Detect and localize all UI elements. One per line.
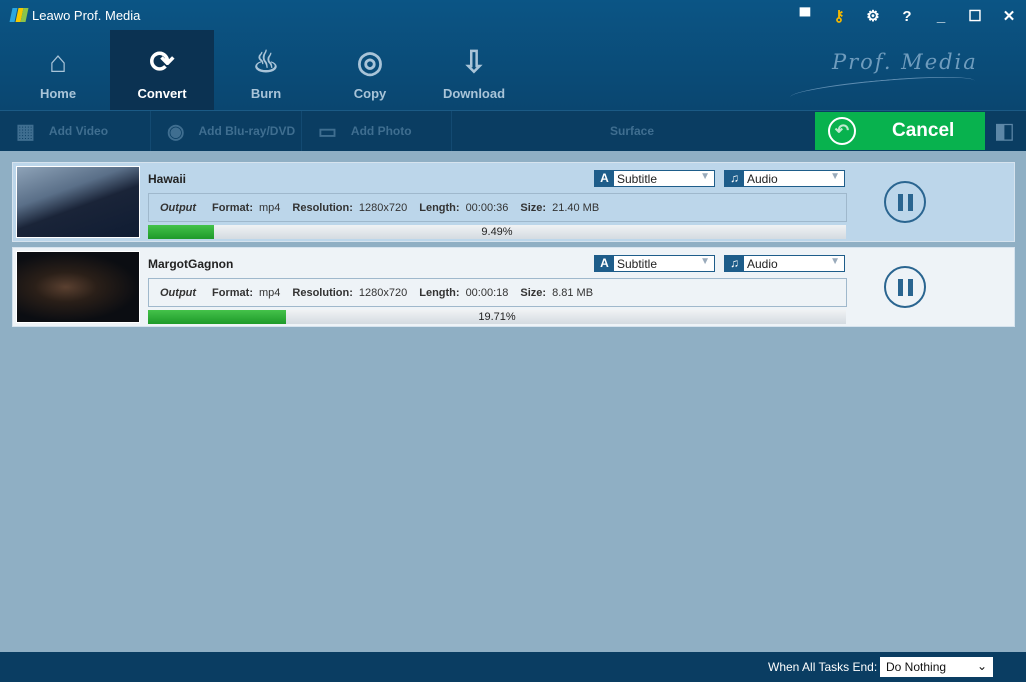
cancel-label: Cancel: [892, 120, 955, 141]
subtitle-select[interactable]: A Subtitle ▼: [594, 170, 715, 187]
header: Leawo Prof. Media ▀ ⚷ ⚙ ? _ ☐ ✕ ⌂ Home ⟳ C…: [0, 0, 1026, 110]
convert-icon: ⟳: [149, 46, 175, 79]
size-label: Size:: [520, 286, 547, 299]
output-info: Output Format: mp4 Resolution: 1280x720 Le…: [148, 193, 847, 222]
film-icon: ▦: [16, 120, 35, 143]
window-title: Leawo Prof. Media: [32, 8, 141, 23]
progress-bar: 19.71%: [148, 310, 846, 324]
minimize-button[interactable]: _: [924, 8, 958, 25]
chevron-down-icon: ▼: [700, 171, 710, 182]
subtitle-value: Subtitle: [617, 256, 658, 271]
progress-text: 19.71%: [478, 311, 516, 323]
disc-add-icon: ◉: [167, 120, 185, 143]
nav-label: Home: [39, 86, 77, 101]
nav-home[interactable]: ⌂ Home: [6, 30, 110, 110]
output-label: Output: [160, 286, 197, 299]
subtitle-value: Subtitle: [617, 171, 658, 186]
output-label: Output: [160, 201, 197, 214]
progress-text: 9.49%: [481, 226, 513, 238]
app-logo-icon: [9, 8, 29, 22]
layout-toggle-icon[interactable]: ◧: [994, 118, 1015, 144]
music-icon: ♫: [725, 171, 744, 186]
format-value: mp4: [259, 286, 281, 299]
length-value: 00:00:18: [465, 286, 509, 299]
audio-value: Audio: [747, 171, 778, 186]
help-icon[interactable]: ?: [890, 8, 924, 25]
surface-label: Surface: [609, 124, 655, 138]
task-row: Hawaii A Subtitle ▼ ♫ Audio ▼ Output Format:…: [12, 162, 1015, 242]
when-tasks-end-label: When All Tasks End:: [768, 660, 878, 674]
video-thumbnail: [16, 166, 140, 238]
resolution-label: Resolution:: [292, 201, 353, 214]
size-value: 8.81 MB: [552, 286, 594, 299]
feedback-icon[interactable]: ▀: [788, 8, 822, 25]
nav-burn[interactable]: ♨ Burn: [214, 30, 318, 110]
resolution-value: 1280x720: [358, 286, 408, 299]
selected-option: Do Nothing: [886, 660, 947, 674]
length-value: 00:00:36: [465, 201, 509, 214]
add-bluray-button[interactable]: ◉ Add Blu-ray/DVD: [151, 111, 302, 151]
pause-button[interactable]: [884, 181, 926, 223]
format-label: Format:: [212, 286, 253, 299]
chevron-down-icon: ▼: [830, 256, 840, 267]
task-name: Hawaii: [148, 172, 187, 186]
size-label: Size:: [520, 201, 547, 214]
resolution-value: 1280x720: [358, 201, 408, 214]
status-bar: When All Tasks End: Do Nothing ⌄: [0, 652, 1026, 682]
size-value: 21.40 MB: [552, 201, 600, 214]
add-photo-button[interactable]: ▭ Add Photo: [302, 111, 452, 151]
audio-value: Audio: [747, 256, 778, 271]
photo-icon: ▭: [318, 120, 337, 143]
close-button[interactable]: ✕: [992, 7, 1026, 25]
disc-icon: ◎: [356, 46, 384, 79]
subtitle-icon: A: [595, 171, 614, 186]
pause-button[interactable]: [884, 266, 926, 308]
chevron-down-icon: ⌄: [976, 659, 987, 673]
convert-cancel-icon: ↶: [828, 117, 856, 145]
task-name: MargotGagnon: [148, 257, 234, 271]
add-video-button[interactable]: ▦ Add Video: [0, 111, 151, 151]
format-label: Format:: [212, 201, 253, 214]
brand-swoosh: [789, 71, 976, 107]
when-tasks-end-select[interactable]: Do Nothing ⌄: [880, 657, 993, 677]
progress-bar: 9.49%: [148, 225, 846, 239]
nav-download[interactable]: ⇩ Download: [422, 30, 526, 110]
cancel-button[interactable]: ↶ Cancel: [815, 112, 985, 150]
home-icon: ⌂: [48, 46, 68, 79]
add-video-label: Add Video: [48, 124, 109, 138]
music-icon: ♫: [725, 256, 744, 271]
audio-select[interactable]: ♫ Audio ▼: [724, 255, 845, 272]
nav-label: Copy: [353, 86, 387, 101]
nav-label: Burn: [250, 86, 282, 101]
length-label: Length:: [419, 286, 460, 299]
flame-icon: ♨: [252, 46, 280, 79]
length-label: Length:: [419, 201, 460, 214]
nav-convert[interactable]: ⟳ Convert: [110, 30, 214, 110]
key-icon[interactable]: ⚷: [822, 7, 856, 25]
add-bluray-label: Add Blu-ray/DVD: [198, 124, 296, 138]
subtitle-icon: A: [595, 256, 614, 271]
brand-logo: Prof. Media: [832, 50, 978, 74]
video-thumbnail: [16, 251, 140, 323]
subtitle-select[interactable]: A Subtitle ▼: [594, 255, 715, 272]
task-row: MargotGagnon A Subtitle ▼ ♫ Audio ▼ Output F…: [12, 247, 1015, 327]
maximize-button[interactable]: ☐: [958, 7, 992, 25]
resolution-label: Resolution:: [292, 286, 353, 299]
output-info: Output Format: mp4 Resolution: 1280x720 Le…: [148, 278, 847, 307]
nav-label: Convert: [137, 86, 187, 101]
download-icon: ⇩: [461, 46, 487, 79]
add-photo-label: Add Photo: [350, 124, 412, 138]
nav-copy[interactable]: ◎ Copy: [318, 30, 422, 110]
gear-icon[interactable]: ⚙: [856, 7, 890, 25]
format-value: mp4: [259, 201, 281, 214]
chevron-down-icon: ▼: [830, 171, 840, 182]
audio-select[interactable]: ♫ Audio ▼: [724, 170, 845, 187]
chevron-down-icon: ▼: [700, 256, 710, 267]
nav-label: Download: [442, 86, 506, 101]
